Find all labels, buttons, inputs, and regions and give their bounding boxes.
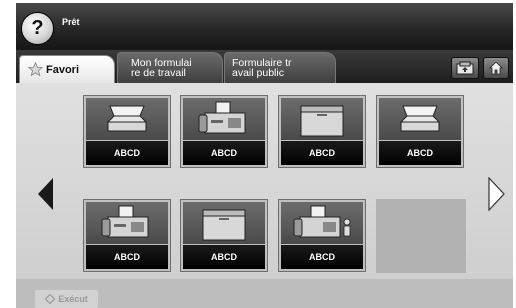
tab-label: Mon formulai re de travail	[131, 58, 192, 79]
tab-favori[interactable]: Favori	[19, 55, 115, 83]
fax-user-icon	[293, 205, 351, 238]
tab-strip: Favori Mon formulai re de travail Formul…	[16, 50, 513, 83]
star-icon	[28, 62, 43, 77]
scanner-icon	[106, 105, 148, 132]
favorites-panel: ABCD ABCD ABCD ABCD ABCD ABCD ABCD	[16, 83, 513, 279]
tab-label: Formulaire tr avail public	[232, 58, 292, 79]
tab-label: Favori	[46, 64, 80, 76]
scanner-icon	[399, 105, 441, 132]
status-text: Prêt	[62, 17, 80, 27]
header-bar: ? Prêt	[16, 3, 513, 50]
home-icon	[489, 61, 503, 75]
home-button[interactable]	[483, 57, 509, 79]
fax-icon	[101, 205, 149, 238]
item-label: ABCD	[86, 141, 168, 165]
tab-mon-formulaire[interactable]: Mon formulai re de travail	[117, 52, 223, 83]
empty-slot	[376, 199, 466, 273]
favorite-item[interactable]: ABCD	[376, 95, 464, 168]
help-icon: ?	[31, 17, 44, 39]
execute-label: Exécut	[58, 294, 88, 304]
tab-label-line2: avail public	[232, 67, 284, 79]
item-label: ABCD	[183, 141, 265, 165]
diamond-icon	[45, 294, 56, 304]
tab-label-line2: re de travail	[131, 67, 186, 79]
favorite-item[interactable]: ABCD	[180, 199, 268, 272]
job-status-button[interactable]	[451, 57, 479, 79]
fax-icon	[198, 101, 246, 134]
favorite-item[interactable]: ABCD	[180, 95, 268, 168]
item-label: ABCD	[183, 245, 265, 269]
next-page-arrow-icon[interactable]	[487, 177, 505, 211]
previous-page-arrow-icon[interactable]	[37, 177, 55, 211]
item-label: ABCD	[379, 141, 461, 165]
item-label: ABCD	[281, 245, 363, 269]
help-button[interactable]: ?	[21, 12, 54, 45]
item-label: ABCD	[86, 245, 168, 269]
device-screen: ? Prêt Favori Mon formulai re de travail…	[16, 3, 513, 308]
job-status-icon	[456, 61, 474, 75]
favorite-item[interactable]: ABCD	[83, 95, 171, 168]
execute-button[interactable]: Exécut	[34, 289, 99, 308]
favorite-item[interactable]: ABCD	[278, 199, 366, 272]
favorite-item[interactable]: ABCD	[83, 199, 171, 272]
item-label: ABCD	[281, 141, 363, 165]
tab-formulaire-public[interactable]: Formulaire tr avail public	[224, 52, 336, 83]
favorite-item[interactable]: ABCD	[278, 95, 366, 168]
folder-box-icon	[202, 209, 246, 241]
footer-bar: Exécut	[16, 279, 513, 308]
folder-box-icon	[300, 105, 344, 137]
